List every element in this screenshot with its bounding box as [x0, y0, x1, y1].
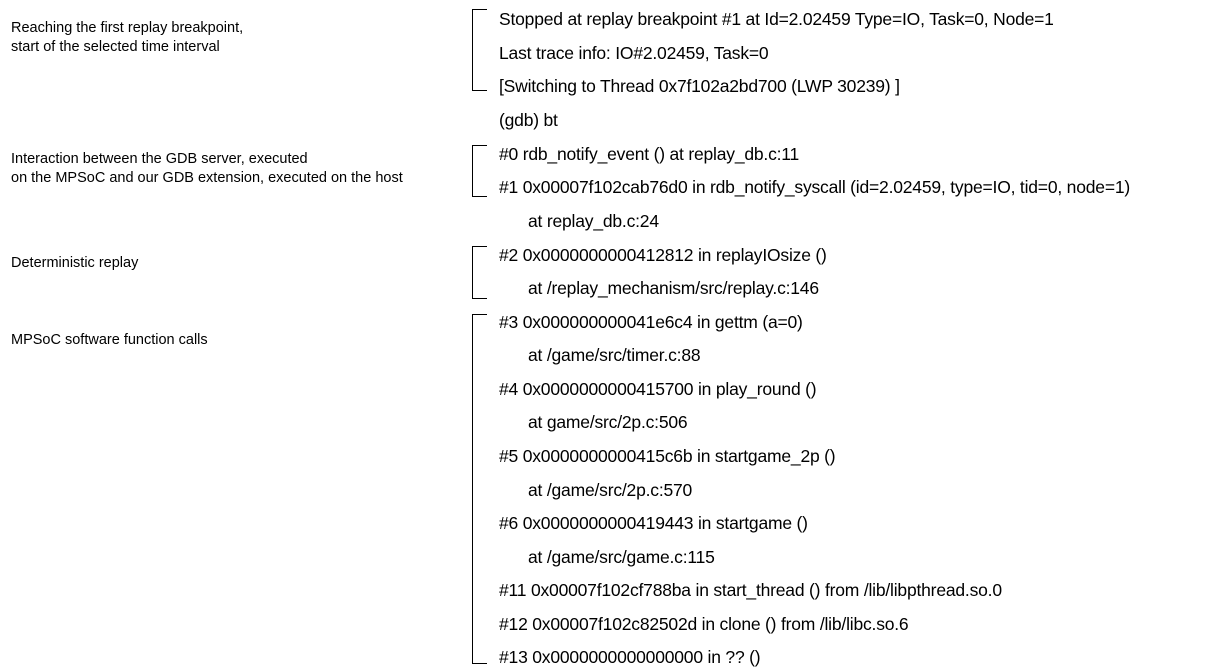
gdb-line: #2 0x0000000000412812 in replayIOsize (): [499, 245, 827, 265]
annotation-deterministic-replay: Deterministic replay: [11, 254, 138, 273]
gdb-line: at /game/src/game.c:115: [528, 547, 715, 567]
bracket-mpsoc-calls: [472, 314, 487, 664]
gdb-line: #12 0x00007f102c82502d in clone () from …: [499, 614, 909, 634]
annotation-line: on the MPSoC and our GDB extension, exec…: [11, 170, 403, 186]
annotation-replay-breakpoint: Reaching the first replay breakpoint, st…: [11, 19, 243, 57]
annotation-line: start of the selected time interval: [11, 39, 220, 55]
gdb-line: Last trace info: IO#2.02459, Task=0: [499, 43, 769, 63]
gdb-line: at /game/src/timer.c:88: [528, 345, 701, 365]
gdb-line: Stopped at replay breakpoint #1 at Id=2.…: [499, 9, 1054, 29]
annotation-mpsoc-calls: MPSoC software function calls: [11, 331, 208, 350]
gdb-line: #5 0x0000000000415c6b in startgame_2p (): [499, 446, 836, 466]
gdb-line: #4 0x0000000000415700 in play_round (): [499, 379, 817, 399]
gdb-line: #3 0x000000000041e6c4 in gettm (a=0): [499, 312, 803, 332]
gdb-line: #0 rdb_notify_event () at replay_db.c:11: [499, 144, 800, 164]
gdb-line: #11 0x00007f102cf788ba in start_thread (…: [499, 580, 1002, 600]
gdb-line: #6 0x0000000000419443 in startgame (): [499, 513, 808, 533]
annotation-line: MPSoC software function calls: [11, 332, 208, 348]
gdb-prompt: (gdb) bt: [499, 110, 558, 130]
gdb-line: at replay_db.c:24: [528, 211, 659, 231]
annotation-line: Interaction between the GDB server, exec…: [11, 151, 308, 167]
annotation-line: Reaching the first replay breakpoint,: [11, 20, 244, 36]
gdb-line: #1 0x00007f102cab76d0 in rdb_notify_sysc…: [499, 177, 1130, 197]
gdb-line: at /replay_mechanism/src/replay.c:146: [528, 278, 819, 298]
gdb-line: [Switching to Thread 0x7f102a2bd700 (LWP…: [499, 76, 900, 96]
gdb-line: at game/src/2p.c:506: [528, 412, 688, 432]
annotation-line: Deterministic replay: [11, 255, 139, 271]
bracket-replay-breakpoint: [472, 9, 487, 91]
annotation-gdb-interaction: Interaction between the GDB server, exec…: [11, 150, 403, 188]
gdb-line: #13 0x0000000000000000 in ?? (): [499, 647, 761, 667]
bracket-deterministic-replay: [472, 246, 487, 299]
bracket-gdb-interaction: [472, 145, 487, 197]
gdb-line: at /game/src/2p.c:570: [528, 480, 693, 500]
